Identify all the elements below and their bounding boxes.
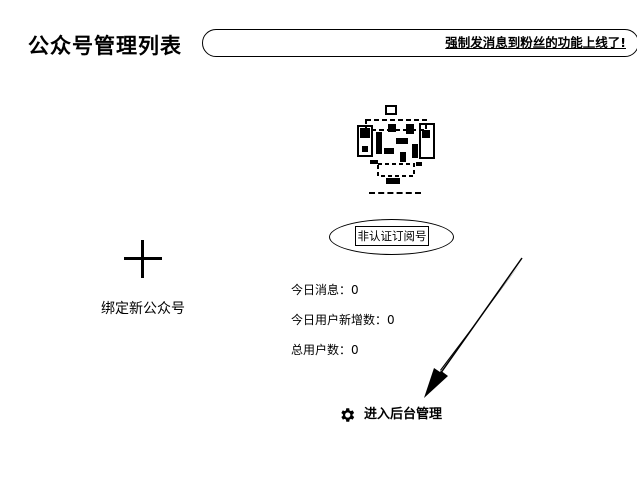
- stat-today-new-users: 今日用户新增数：0: [291, 313, 395, 327]
- bind-new-account-label: 绑定新公众号: [101, 301, 185, 317]
- announcement-banner[interactable]: 强制发消息到粉丝的功能上线了!: [202, 29, 637, 57]
- announcement-link[interactable]: 强制发消息到粉丝的功能上线了!: [445, 35, 626, 51]
- gear-icon: [341, 408, 355, 422]
- account-type-badge: 非认证订阅号: [355, 226, 429, 246]
- account-type-pill: 非认证订阅号: [329, 219, 454, 255]
- page-title: 公众号管理列表: [28, 34, 182, 58]
- stat-today-messages: 今日消息：0: [291, 283, 359, 297]
- bind-new-account-card[interactable]: 绑定新公众号: [70, 228, 216, 328]
- plus-icon: [124, 240, 162, 278]
- qr-code-icon: [357, 105, 435, 184]
- account-name: [369, 187, 421, 201]
- enter-admin-button[interactable]: 进入后台管理: [338, 404, 442, 426]
- enter-admin-label: 进入后台管理: [364, 407, 443, 422]
- stat-total-users: 总用户数：0: [291, 343, 359, 357]
